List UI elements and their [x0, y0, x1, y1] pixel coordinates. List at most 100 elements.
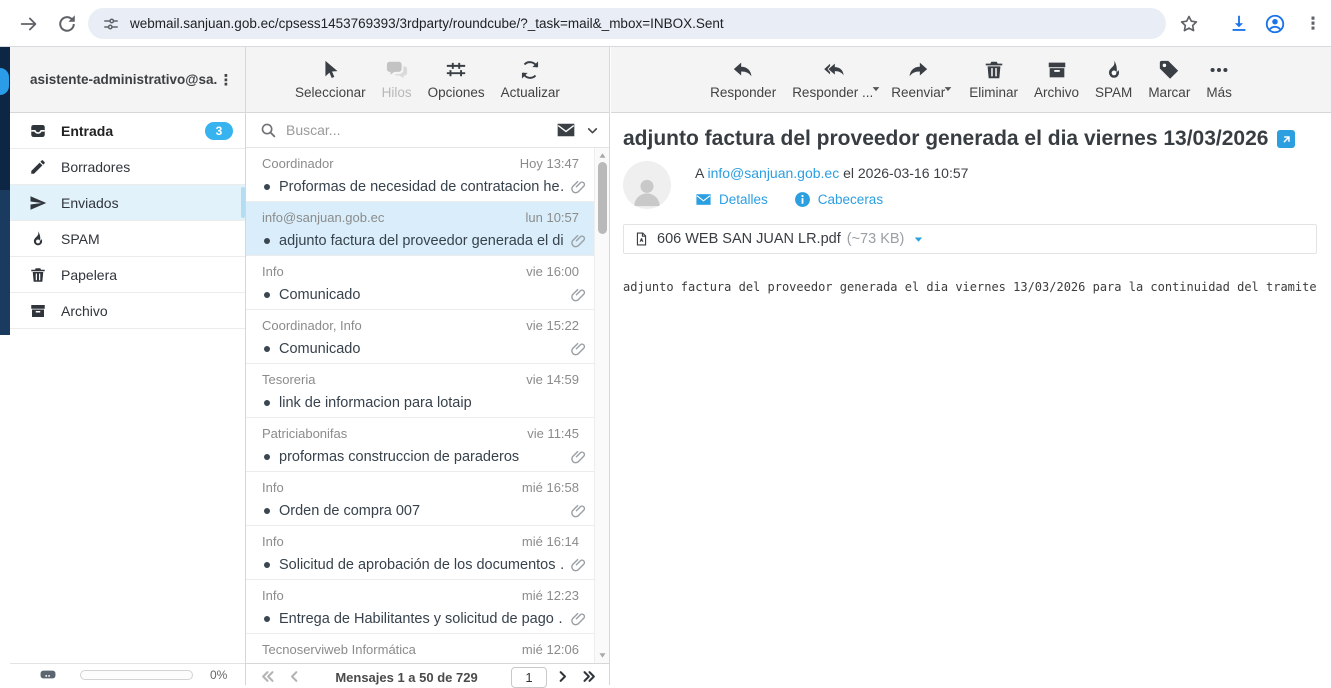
message-row[interactable]: Tecnoserviweb Informática mié 12:06	[246, 634, 595, 663]
open-in-new-window-icon[interactable]	[1277, 130, 1295, 148]
select-button[interactable]: Seleccionar	[295, 59, 366, 100]
bookmark-star-icon[interactable]	[1178, 13, 1200, 35]
unread-count-badge: 3	[205, 122, 233, 140]
message-row[interactable]: Info mié 12:23 Entrega de Habilitantes y…	[246, 580, 595, 634]
paper-plane-icon	[29, 194, 47, 212]
unread-dot	[264, 400, 270, 406]
message-subject: Solicitud de aprobación de los documento…	[279, 556, 564, 574]
folder-item-spam[interactable]: SPAM	[10, 221, 245, 257]
search-scope-envelope-icon[interactable]	[556, 120, 576, 140]
message-sender: Tesoreria	[262, 371, 518, 388]
scroll-down-icon[interactable]	[598, 651, 607, 660]
list-toolbar: Seleccionar Hilos Opciones Actualizar	[246, 47, 609, 113]
first-page-icon[interactable]	[260, 669, 275, 684]
reply-icon	[732, 59, 754, 81]
forward-dropdown-caret-icon[interactable]	[943, 84, 953, 94]
headers-link[interactable]: Cabeceras	[794, 191, 883, 208]
attachment-size: (~73 KB)	[847, 231, 905, 247]
folder-item-archivo[interactable]: Archivo	[10, 293, 245, 329]
spam-button[interactable]: SPAM	[1095, 59, 1132, 100]
sender-avatar	[623, 161, 671, 209]
scroll-up-icon[interactable]	[598, 151, 607, 160]
folder-label: Papelera	[61, 267, 233, 283]
more-dots-icon	[1208, 59, 1230, 81]
attachment-paperclip-icon	[570, 557, 587, 574]
search-input[interactable]	[286, 122, 556, 138]
message-sender: Info	[262, 263, 518, 280]
threads-button[interactable]: Hilos	[382, 59, 412, 100]
message-list-pane: Seleccionar Hilos Opciones Actualizar Co…	[246, 47, 610, 685]
message-row[interactable]: Coordinador Hoy 13:47 Proformas de neces…	[246, 148, 595, 202]
nav-rail-active-indicator	[0, 68, 9, 95]
more-button[interactable]: Más	[1206, 59, 1232, 100]
message-subject: Comunicado	[279, 286, 564, 304]
reply-all-icon	[822, 59, 844, 81]
pagination-label: Mensajes 1 a 50 de 729	[302, 670, 511, 685]
folder-label: Enviados	[61, 195, 233, 211]
storage-disk-icon	[36, 666, 60, 683]
quota-indicator: 0%	[10, 663, 245, 685]
details-link[interactable]: Detalles	[695, 191, 768, 208]
mail-toolbar: Responder Responder ... Reenviar Elimina…	[611, 47, 1331, 113]
attachment-paperclip-icon	[570, 287, 587, 304]
pagination-bar: Mensajes 1 a 50 de 729	[246, 663, 609, 685]
folder-sidebar: asistente-administrativo@sa... ⋮ Entrada…	[10, 47, 246, 685]
next-page-icon[interactable]	[555, 669, 570, 684]
attachment-name[interactable]: 606 WEB SAN JUAN LR.pdf	[657, 231, 841, 247]
message-sender: Info	[262, 533, 514, 550]
message-row[interactable]: Info mié 16:14 Solicitud de aprobación d…	[246, 526, 595, 580]
refresh-button[interactable]: Actualizar	[501, 59, 560, 100]
mark-button[interactable]: Marcar	[1148, 59, 1190, 100]
folder-item-enviados[interactable]: Enviados	[10, 185, 245, 221]
recipient-address-link[interactable]: info@sanjuan.gob.ec	[707, 165, 839, 181]
message-row[interactable]: Info vie 16:00 Comunicado	[246, 256, 595, 310]
browser-menu-icon[interactable]: ⋮	[1302, 13, 1324, 35]
message-subject: Entrega de Habilitantes y solicitud de p…	[279, 610, 564, 628]
unread-dot	[264, 238, 270, 244]
message-row[interactable]: Info mié 16:58 Orden de compra 007	[246, 472, 595, 526]
message-row[interactable]: Coordinador, Info vie 15:22 Comunicado	[246, 310, 595, 364]
message-sender: Coordinador	[262, 155, 512, 172]
message-row[interactable]: Patriciabonifas vie 11:45 proformas cons…	[246, 418, 595, 472]
delete-button[interactable]: Eliminar	[969, 59, 1018, 100]
reply-all-button[interactable]: Responder ...	[792, 59, 873, 100]
folder-item-papelera[interactable]: Papelera	[10, 257, 245, 293]
message-list: Coordinador Hoy 13:47 Proformas de neces…	[246, 148, 595, 663]
unread-dot	[264, 508, 270, 514]
message-sender: Info	[262, 479, 514, 496]
flame-icon	[1103, 59, 1125, 81]
address-bar[interactable]: webmail.sanjuan.gob.ec/cpsess1453769393/…	[88, 8, 1166, 39]
pencil-icon	[29, 158, 47, 176]
archive-button[interactable]: Archivo	[1034, 59, 1079, 100]
tag-icon	[1158, 59, 1180, 81]
refresh-icon	[519, 59, 541, 81]
forward-icon	[907, 59, 929, 81]
message-row[interactable]: Tesoreria vie 14:59 link de informacion …	[246, 364, 595, 418]
downloads-icon[interactable]	[1228, 13, 1250, 35]
attachment-bar[interactable]: 606 WEB SAN JUAN LR.pdf (~73 KB)	[623, 224, 1317, 254]
unread-dot	[264, 454, 270, 460]
forward-button[interactable]: Reenviar	[891, 59, 945, 100]
last-page-icon[interactable]	[582, 669, 597, 684]
message-sender: info@sanjuan.gob.ec	[262, 209, 518, 226]
folder-item-borradores[interactable]: Borradores	[10, 149, 245, 185]
browser-forward-icon[interactable]	[18, 13, 40, 35]
reply-all-dropdown-caret-icon[interactable]	[871, 84, 881, 94]
webmail-nav-rail	[0, 47, 10, 335]
search-options-chevron-icon[interactable]	[586, 124, 599, 137]
nav-rail-lower	[0, 190, 10, 335]
browser-reload-icon[interactable]	[56, 13, 78, 35]
scrollbar-thumb[interactable]	[598, 162, 607, 234]
message-row[interactable]: info@sanjuan.gob.ec lun 10:57 adjunto fa…	[246, 202, 595, 256]
browser-profile-icon[interactable]	[1264, 13, 1286, 35]
reply-button[interactable]: Responder	[710, 59, 776, 100]
site-settings-icon[interactable]	[102, 15, 120, 33]
account-menu-icon[interactable]: ⋮	[217, 71, 235, 89]
folder-label: Entrada	[61, 123, 205, 139]
prev-page-icon[interactable]	[287, 669, 302, 684]
options-button[interactable]: Opciones	[428, 59, 485, 100]
attachment-dropdown-caret-icon[interactable]	[913, 234, 924, 245]
folder-item-entrada[interactable]: Entrada 3	[10, 113, 245, 149]
url-text[interactable]: webmail.sanjuan.gob.ec/cpsess1453769393/…	[130, 16, 724, 31]
message-sender: Patriciabonifas	[262, 425, 519, 442]
